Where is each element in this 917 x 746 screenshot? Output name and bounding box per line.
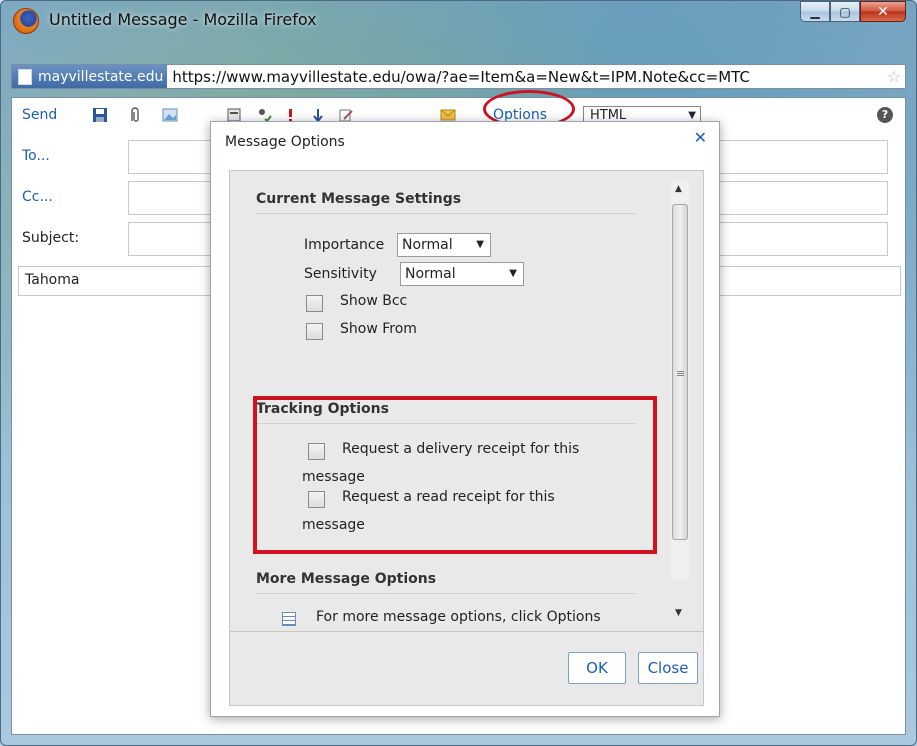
close-button[interactable]: Close [638,652,698,684]
importance-label: Importance [304,237,385,253]
site-identity-button[interactable]: mayvillestate.edu [12,65,168,88]
firefox-logo-icon [13,8,39,34]
show-from-label: Show From [340,321,417,337]
bookmark-star-icon[interactable]: ☆ [883,67,905,86]
window-title: Untitled Message - Mozilla Firefox [49,10,317,29]
more-options-heading: More Message Options [256,571,437,587]
tracking-highlight-box [253,396,657,554]
help-icon[interactable]: ? [877,107,893,123]
save-icon[interactable] [92,107,108,123]
message-options-dialog: Message Options ✕ Current Message Settin… [210,121,720,717]
section-divider [256,213,636,214]
sensitivity-label: Sensitivity [304,266,377,282]
current-settings-heading: Current Message Settings [256,191,462,207]
more-options-text: For more message options, click Options [316,609,601,625]
section-divider [256,593,636,594]
close-window-button[interactable]: ✕ [860,1,906,22]
dialog-footer: OK Close [229,632,704,706]
show-bcc-label: Show Bcc [340,293,408,309]
browser-window: Untitled Message - Mozilla Firefox ▁ ▢ ✕… [0,0,917,746]
grip-icon: ≡ [676,367,686,380]
chevron-down-icon: ▼ [476,239,484,250]
attach-icon[interactable] [126,107,142,123]
scroll-down-icon[interactable]: ▼ [675,608,682,618]
scroll-thumb[interactable]: ≡ [672,204,688,540]
dialog-scrollbar[interactable]: ▲ ≡ ▼ [671,180,689,618]
minimize-button[interactable]: ▁ [800,1,830,22]
title-bar: Untitled Message - Mozilla Firefox ▁ ▢ ✕ [1,1,916,37]
show-from-checkbox[interactable] [306,323,323,340]
dialog-close-icon[interactable]: ✕ [694,128,707,147]
ok-button[interactable]: OK [568,652,626,684]
send-button[interactable]: Send [22,107,57,123]
url-text[interactable]: https://www.mayvillestate.edu/owa/?ae=It… [167,68,883,86]
site-identity-label: mayvillestate.edu [38,68,164,85]
chevron-down-icon: ▼ [509,268,517,279]
importance-value: Normal [402,237,453,253]
cc-button[interactable]: Cc... [22,189,53,205]
font-name-select[interactable]: Tahoma [25,272,79,288]
dialog-title: Message Options [225,134,345,150]
subject-label: Subject: [22,230,80,246]
maximize-button[interactable]: ▢ [830,1,860,22]
sensitivity-value: Normal [405,266,456,282]
importance-select[interactable]: Normal ▼ [397,233,491,257]
show-bcc-checkbox[interactable] [306,295,323,312]
sensitivity-select[interactable]: Normal ▼ [400,262,524,286]
to-button[interactable]: To... [22,148,50,164]
image-icon[interactable] [162,107,178,123]
scroll-up-icon[interactable]: ▲ [675,184,682,194]
page-icon [18,68,32,85]
address-bar[interactable]: mayvillestate.edu https://www.mayvillest… [11,64,906,89]
window-controls: ▁ ▢ ✕ [800,1,906,22]
options-list-icon [282,612,296,626]
